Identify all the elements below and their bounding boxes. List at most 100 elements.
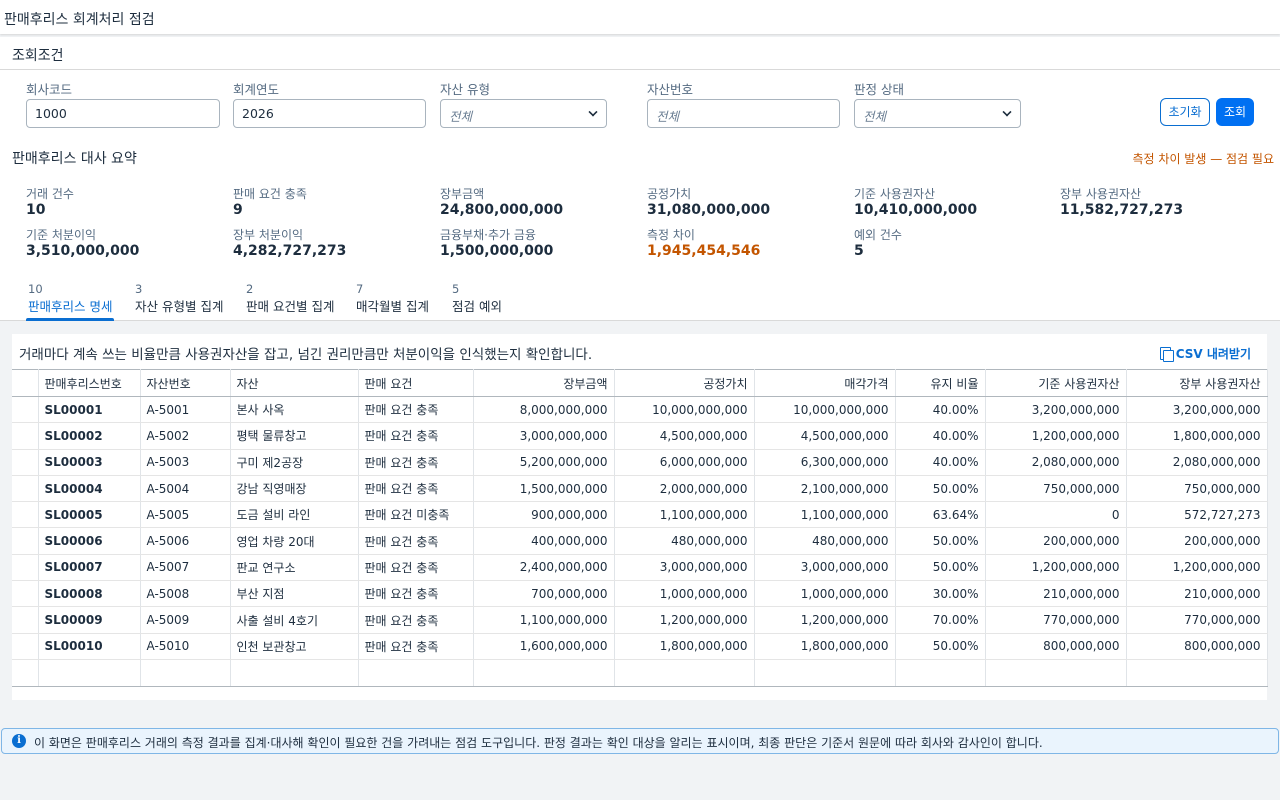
- table-row[interactable]: SL00003 A-5003 구미 제2공장 판매 요건 충족 5,200,00…: [12, 449, 1268, 476]
- tab-asset-type-summary[interactable]: 3 자산 유형별 집계: [135, 282, 223, 321]
- retain-ratio-cell: 40.00%: [895, 422, 986, 450]
- sale-price-cell: 10,000,000,000: [754, 396, 896, 424]
- table-row[interactable]: SL00009 A-5009 사출 설비 4호기 판매 요건 충족 1,100,…: [12, 606, 1268, 634]
- book-rou-cell: 2,080,000,000: [1126, 449, 1268, 476]
- csv-download-button[interactable]: CSV 내려받기: [1159, 345, 1251, 362]
- asset-no-input[interactable]: 전체: [647, 99, 840, 128]
- sale-price-cell: 3,000,000,000: [754, 554, 896, 582]
- reset-button[interactable]: 초기화: [1160, 98, 1210, 126]
- column-header[interactable]: 기준 사용권자산: [985, 369, 1127, 397]
- row-selector[interactable]: [12, 422, 39, 450]
- asset-no-cell: A-5003: [140, 449, 231, 476]
- row-selector[interactable]: [12, 527, 39, 555]
- kpi-diff: 측정 차이 1,945,454,546: [647, 226, 760, 259]
- filter-section-title: 조회조건: [0, 37, 1280, 70]
- empty-cell: [12, 659, 39, 687]
- row-selector[interactable]: [12, 554, 39, 582]
- tab-label: 자산 유형별 집계: [135, 299, 224, 314]
- chevron-down-icon: [1002, 107, 1012, 117]
- empty-cell: [614, 659, 755, 687]
- lease-no-cell: SL00004: [38, 475, 141, 503]
- row-selector[interactable]: [12, 449, 39, 476]
- carrying-cell: 3,000,000,000: [473, 422, 615, 450]
- summary-panel: 판매후리스 대사 요약 측정 차이 발생 — 점검 필요 거래 건수 10 판매…: [0, 141, 1280, 271]
- asset-no-cell: A-5006: [140, 527, 231, 555]
- kpi-label: 공정가치: [647, 187, 692, 201]
- table-row[interactable]: SL00002 A-5002 평택 물류창고 판매 요건 충족 3,000,00…: [12, 422, 1268, 450]
- ref-rou-cell: 210,000,000: [985, 580, 1127, 608]
- tab-sale-month-summary[interactable]: 7 매각월별 집계: [356, 282, 429, 321]
- row-selector[interactable]: [12, 580, 39, 608]
- retain-ratio-cell: 40.00%: [895, 449, 986, 476]
- column-header[interactable]: 장부 사용권자산: [1126, 369, 1268, 397]
- asset-type-select[interactable]: 전체: [440, 99, 607, 128]
- column-header[interactable]: 자산: [230, 369, 359, 397]
- kpi-carrying: 장부금액 24,800,000,000: [440, 185, 563, 218]
- table-row[interactable]: SL00001 A-5001 본사 사옥 판매 요건 충족 8,000,000,…: [12, 396, 1268, 424]
- tab-exceptions[interactable]: 5 점검 예외: [452, 282, 502, 321]
- kpi-value: 3,510,000,000: [26, 243, 140, 259]
- lease-no-cell: SL00010: [38, 633, 141, 660]
- asset-cell: 도금 설비 라인: [230, 501, 359, 529]
- tab-count: 5: [452, 282, 460, 296]
- fiscal-year-label: 회계연도: [233, 82, 280, 97]
- judgement-field: 판정 상태 전체: [854, 79, 1021, 128]
- search-button[interactable]: 조회: [1216, 98, 1254, 126]
- column-header[interactable]: 공정가치: [614, 369, 755, 397]
- asset-cell: 사출 설비 4호기: [230, 606, 359, 634]
- fiscal-year-input[interactable]: 2026: [233, 99, 426, 128]
- lease-no-cell: SL00009: [38, 606, 141, 634]
- sale-req-cell: 판매 요건 충족: [358, 422, 474, 450]
- company-code-input[interactable]: 1000: [26, 99, 220, 128]
- column-header[interactable]: 판매후리스번호: [38, 369, 141, 397]
- row-selector[interactable]: [12, 606, 39, 634]
- tab-label: 판매후리스 명세: [28, 299, 113, 314]
- row-selector[interactable]: [12, 396, 39, 424]
- row-selector[interactable]: [12, 501, 39, 529]
- kpi-label: 예외 건수: [854, 228, 902, 242]
- company-code-field: 회사코드 1000: [26, 79, 220, 128]
- kpi-value: 10: [26, 202, 46, 218]
- asset-no-field: 자산번호 전체: [647, 79, 840, 128]
- column-header[interactable]: 장부금액: [473, 369, 615, 397]
- sale-price-cell: 6,300,000,000: [754, 449, 896, 476]
- kpi-value: 11,582,727,273: [1060, 202, 1184, 218]
- ref-rou-cell: 1,200,000,000: [985, 422, 1127, 450]
- retain-ratio-cell: 63.64%: [895, 501, 986, 529]
- kpi-label: 장부금액: [440, 187, 485, 201]
- info-message-strip: i 이 화면은 판매후리스 거래의 측정 결과를 집계·대사해 확인이 필요한 …: [1, 728, 1279, 754]
- table-row[interactable]: SL00010 A-5010 인천 보관창고 판매 요건 충족 1,600,00…: [12, 633, 1268, 660]
- kpi-value: 1,945,454,546: [647, 243, 761, 259]
- asset-no-cell: A-5009: [140, 606, 231, 634]
- empty-cell: [1126, 659, 1268, 687]
- book-rou-cell: 200,000,000: [1126, 527, 1268, 555]
- kpi-ref-rou: 기준 사용권자산 10,410,000,000: [854, 185, 977, 218]
- row-selector-header[interactable]: [12, 369, 39, 397]
- lease-table: 판매후리스번호 자산번호 자산 판매 요건 장부금액 공정가치 매각가격 유지 …: [12, 369, 1268, 687]
- book-rou-cell: 572,727,273: [1126, 501, 1268, 529]
- table-row[interactable]: SL00007 A-5007 판교 연구소 판매 요건 충족 2,400,000…: [12, 554, 1268, 582]
- row-selector[interactable]: [12, 633, 39, 660]
- row-selector[interactable]: [12, 475, 39, 503]
- tab-lease-detail[interactable]: 10 판매후리스 명세: [25, 282, 115, 321]
- asset-type-value: 전체: [449, 109, 473, 124]
- column-header[interactable]: 매각가격: [754, 369, 896, 397]
- judgement-select[interactable]: 전체: [854, 99, 1021, 128]
- retain-ratio-cell: 50.00%: [895, 554, 986, 582]
- table-row[interactable]: SL00008 A-5008 부산 지점 판매 요건 충족 700,000,00…: [12, 580, 1268, 608]
- column-header[interactable]: 유지 비율: [895, 369, 986, 397]
- column-header[interactable]: 자산번호: [140, 369, 231, 397]
- kpi-sale-met: 판매 요건 충족 9: [233, 185, 307, 218]
- sale-price-cell: 1,800,000,000: [754, 633, 896, 660]
- tab-sale-req-summary[interactable]: 2 판매 요건별 집계: [246, 282, 334, 321]
- column-header[interactable]: 판매 요건: [358, 369, 474, 397]
- sale-price-cell: 480,000,000: [754, 527, 896, 555]
- table-row[interactable]: SL00005 A-5005 도금 설비 라인 판매 요건 미충족 900,00…: [12, 501, 1268, 529]
- table-row[interactable]: SL00004 A-5004 강남 직영매장 판매 요건 충족 1,500,00…: [12, 475, 1268, 503]
- table-row[interactable]: SL00006 A-5006 영업 차량 20대 판매 요건 충족 400,00…: [12, 527, 1268, 555]
- summary-title: 판매후리스 대사 요약: [12, 151, 137, 167]
- csv-download-label: CSV 내려받기: [1175, 347, 1251, 361]
- kpi-ref-gain: 기준 처분이익 3,510,000,000: [26, 226, 139, 259]
- asset-cell: 강남 직영매장: [230, 475, 359, 503]
- company-code-label: 회사코드: [26, 82, 73, 97]
